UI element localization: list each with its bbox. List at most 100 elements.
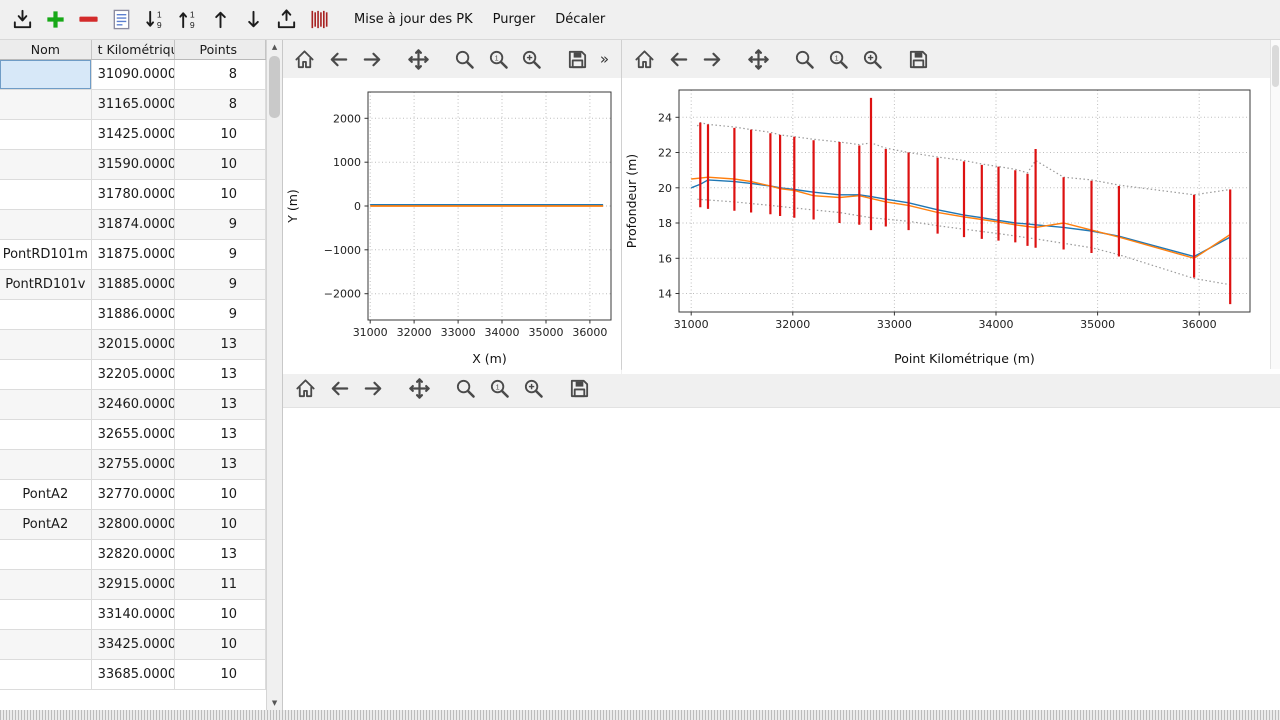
table-row[interactable]: 32015.000013 <box>0 330 266 360</box>
cell-points[interactable]: 9 <box>175 210 266 240</box>
table-row[interactable]: 31425.000010 <box>0 120 266 150</box>
cell-points[interactable]: 10 <box>175 150 266 180</box>
table-row[interactable]: 31780.000010 <box>0 180 266 210</box>
cell-nom[interactable]: PontRD101v <box>0 270 92 300</box>
cell-nom[interactable] <box>0 450 92 480</box>
move-down-button[interactable] <box>237 4 270 36</box>
cell-nom[interactable] <box>0 570 92 600</box>
forward-button[interactable] <box>361 45 385 73</box>
cell-points[interactable]: 13 <box>175 330 266 360</box>
edit-list-button[interactable] <box>105 4 138 36</box>
cell-pk[interactable]: 32770.0000 <box>92 480 176 510</box>
column-header[interactable]: Points <box>175 40 266 59</box>
cell-pk[interactable]: 32800.0000 <box>92 510 176 540</box>
column-header[interactable]: Nom <box>0 40 92 59</box>
table-row[interactable]: PontRD101v31885.00009 <box>0 270 266 300</box>
cell-nom[interactable] <box>0 90 92 120</box>
cell-pk[interactable]: 33425.0000 <box>92 630 176 660</box>
cell-pk[interactable]: 31425.0000 <box>92 120 176 150</box>
table-row[interactable]: 32915.000011 <box>0 570 266 600</box>
cell-nom[interactable] <box>0 150 92 180</box>
pan-button[interactable] <box>407 45 431 73</box>
table-row[interactable]: 31886.00009 <box>0 300 266 330</box>
cell-points[interactable]: 9 <box>175 300 266 330</box>
back-button[interactable] <box>327 375 351 403</box>
save-button[interactable] <box>567 375 591 403</box>
cell-points[interactable]: 8 <box>175 90 266 120</box>
cell-nom[interactable]: PontRD101m <box>0 240 92 270</box>
zoom-one-button[interactable]: 1 <box>826 45 850 73</box>
cell-pk[interactable]: 32820.0000 <box>92 540 176 570</box>
toolbar-overflow-chevron[interactable]: » <box>600 50 611 68</box>
cell-points[interactable]: 9 <box>175 270 266 300</box>
move-up-button[interactable] <box>204 4 237 36</box>
cell-pk[interactable]: 32015.0000 <box>92 330 176 360</box>
cell-points[interactable]: 10 <box>175 480 266 510</box>
zoom-one-button[interactable]: 1 <box>486 45 510 73</box>
cell-nom[interactable]: PontA2 <box>0 480 92 510</box>
table-row[interactable]: 33685.000010 <box>0 660 266 690</box>
cell-points[interactable]: 10 <box>175 120 266 150</box>
table-row[interactable]: 32820.000013 <box>0 540 266 570</box>
cell-nom[interactable] <box>0 120 92 150</box>
cell-points[interactable]: 8 <box>175 60 266 90</box>
table-row[interactable]: 31590.000010 <box>0 150 266 180</box>
cell-nom[interactable] <box>0 660 92 690</box>
cell-pk[interactable]: 33140.0000 <box>92 600 176 630</box>
cell-pk[interactable]: 32460.0000 <box>92 390 176 420</box>
cell-points[interactable]: 13 <box>175 390 266 420</box>
profile-plot-canvas[interactable]: 3100032000330003400035000360001416182022… <box>622 78 1267 370</box>
plots-scrollbar-thumb[interactable] <box>1272 45 1279 87</box>
table-row[interactable]: 32205.000013 <box>0 360 266 390</box>
decaler-button[interactable]: Décaler <box>545 8 615 31</box>
sort-descending-button[interactable]: 19 <box>138 4 171 36</box>
cell-nom[interactable] <box>0 630 92 660</box>
cell-pk[interactable]: 32755.0000 <box>92 450 176 480</box>
import-button[interactable] <box>6 4 39 36</box>
add-button[interactable] <box>39 4 72 36</box>
table-row[interactable]: 31874.00009 <box>0 210 266 240</box>
cell-pk[interactable]: 31590.0000 <box>92 150 176 180</box>
cell-pk[interactable]: 32915.0000 <box>92 570 176 600</box>
cell-points[interactable]: 10 <box>175 660 266 690</box>
cell-nom[interactable] <box>0 360 92 390</box>
cell-nom[interactable] <box>0 600 92 630</box>
table-row[interactable]: PontA232770.000010 <box>0 480 266 510</box>
cell-nom[interactable] <box>0 390 92 420</box>
cell-points[interactable]: 10 <box>175 510 266 540</box>
table-row[interactable]: 31090.00008 <box>0 60 266 90</box>
cell-nom[interactable]: PontA2 <box>0 510 92 540</box>
cell-pk[interactable]: 31886.0000 <box>92 300 176 330</box>
table-row[interactable]: 32460.000013 <box>0 390 266 420</box>
cell-points[interactable]: 9 <box>175 240 266 270</box>
back-button[interactable] <box>327 45 351 73</box>
cell-nom[interactable] <box>0 60 92 90</box>
zoom-rect-button[interactable] <box>520 45 544 73</box>
cell-nom[interactable] <box>0 330 92 360</box>
pan-button[interactable] <box>746 45 770 73</box>
plots-scrollbar[interactable] <box>1270 40 1280 369</box>
zoom-button[interactable] <box>453 375 477 403</box>
xy-plot-canvas[interactable]: 310003200033000340003500036000−2000−1000… <box>283 78 621 370</box>
cell-pk[interactable]: 32655.0000 <box>92 420 176 450</box>
table-row[interactable]: 31165.00008 <box>0 90 266 120</box>
cell-pk[interactable]: 31780.0000 <box>92 180 176 210</box>
cell-pk[interactable]: 31885.0000 <box>92 270 176 300</box>
sort-ascending-button[interactable]: 19 <box>171 4 204 36</box>
mise-a-jour-pk-button[interactable]: Mise à jour des PK <box>344 8 483 31</box>
home-button[interactable] <box>293 375 317 403</box>
zoom-rect-button[interactable] <box>521 375 545 403</box>
table-row[interactable]: 32755.000013 <box>0 450 266 480</box>
pan-button[interactable] <box>407 375 431 403</box>
export-button[interactable] <box>270 4 303 36</box>
column-header[interactable]: t Kilométrique <box>92 40 176 59</box>
cell-pk[interactable]: 33685.0000 <box>92 660 176 690</box>
cell-nom[interactable] <box>0 180 92 210</box>
back-button[interactable] <box>666 45 690 73</box>
save-button[interactable] <box>566 45 590 73</box>
cell-points[interactable]: 10 <box>175 600 266 630</box>
home-button[interactable] <box>632 45 656 73</box>
forward-button[interactable] <box>361 375 385 403</box>
table-scrollbar[interactable]: ▲ ▼ <box>266 40 282 710</box>
table-row[interactable]: 33425.000010 <box>0 630 266 660</box>
